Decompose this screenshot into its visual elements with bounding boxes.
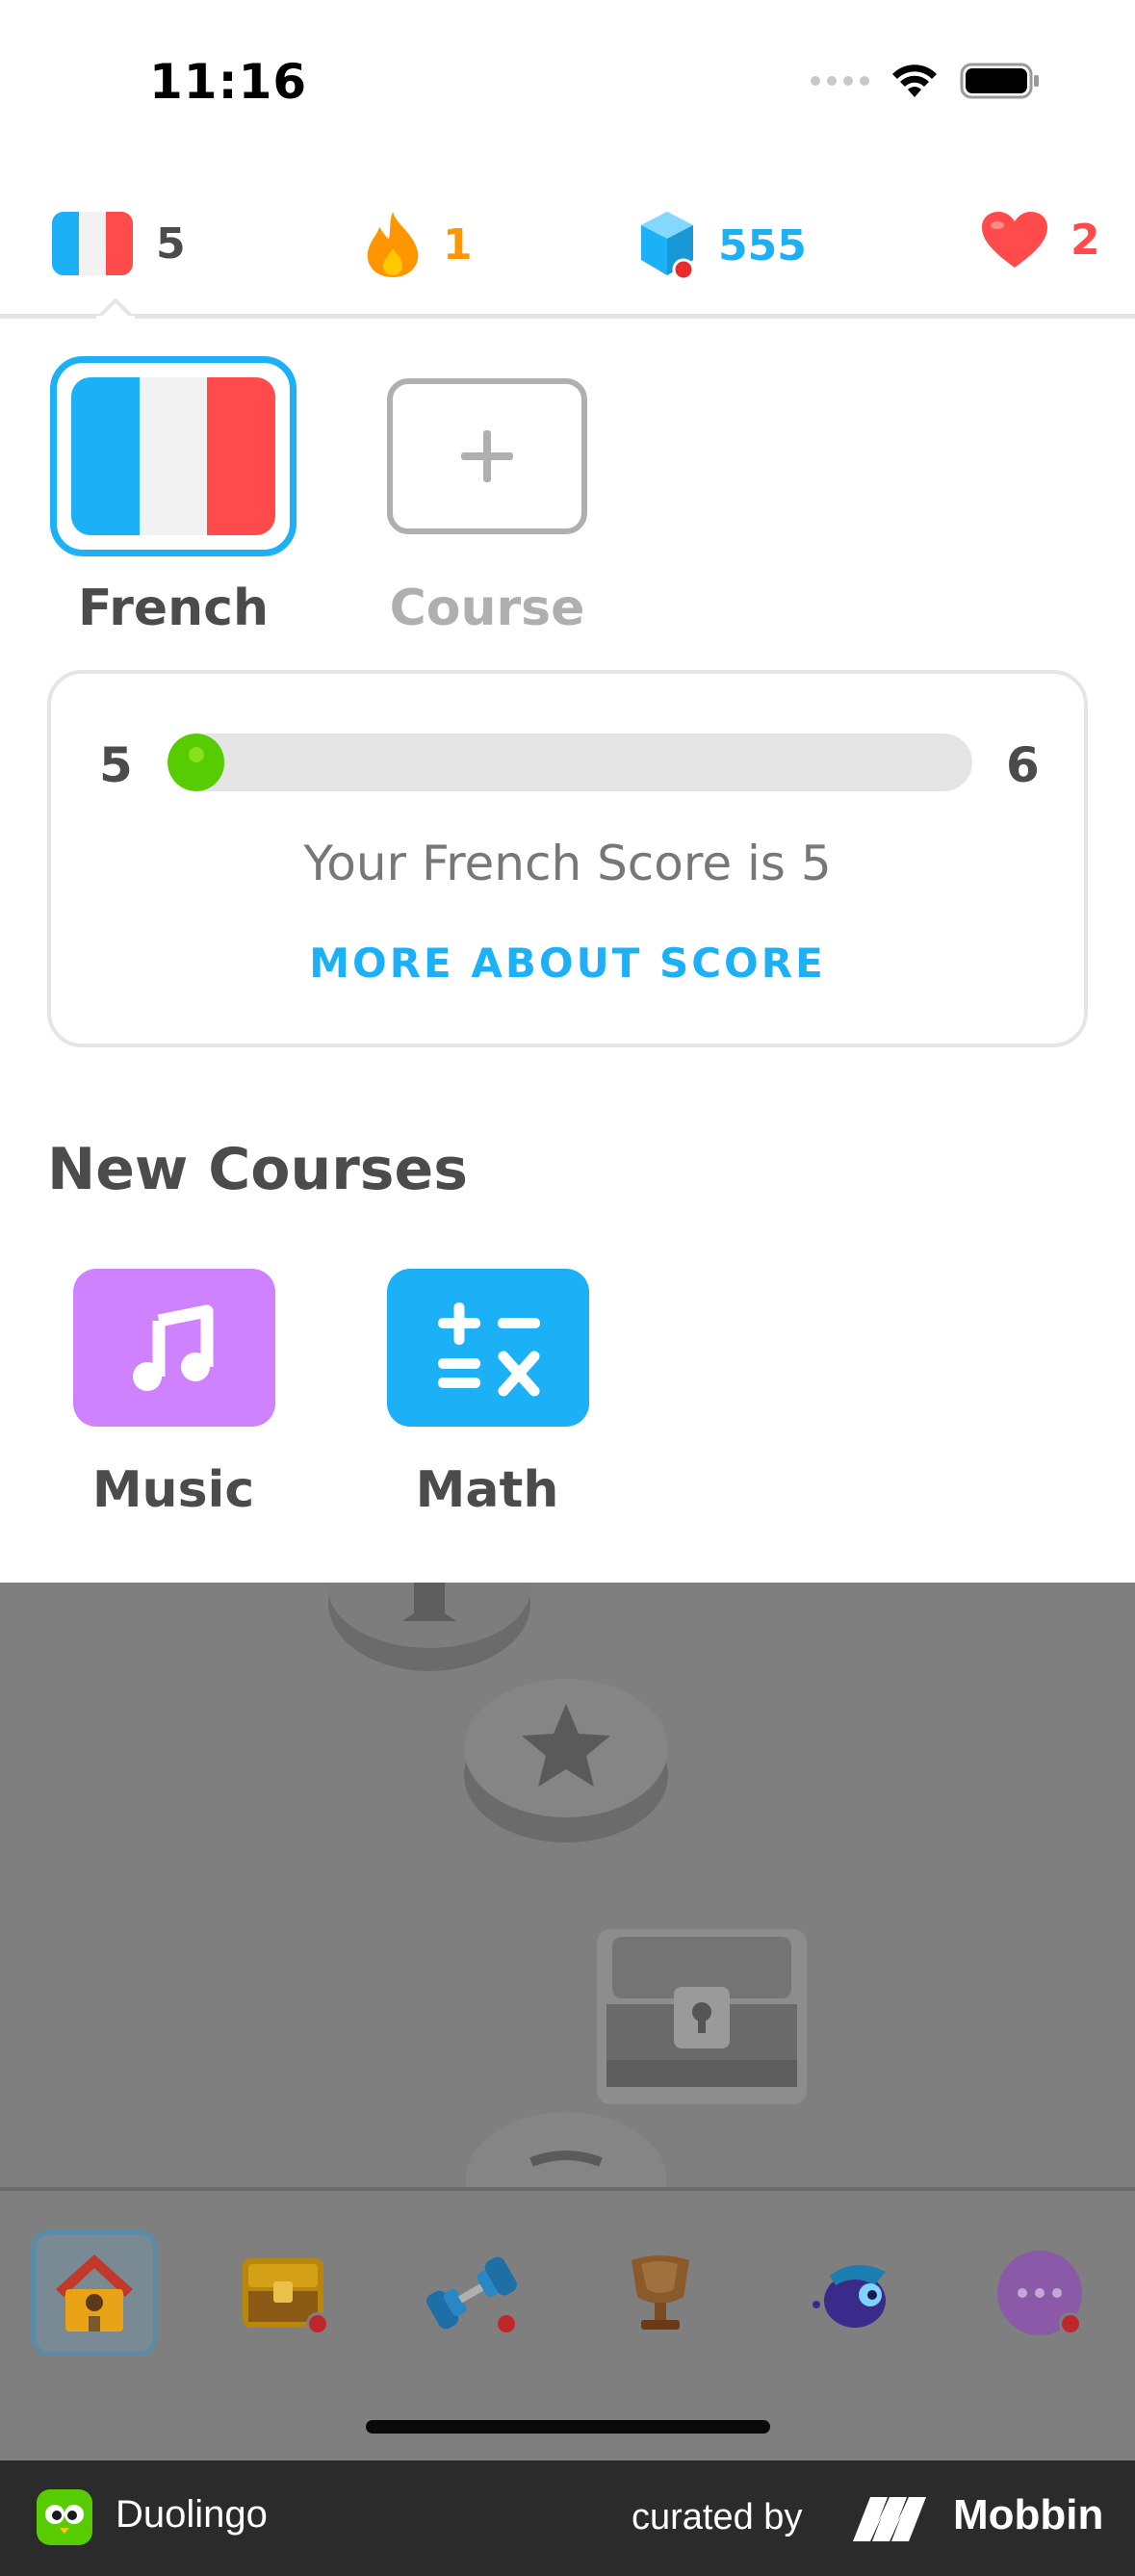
footer-bar: Duolingo curated by Mobbin (0, 2460, 1135, 2576)
home-icon (56, 2254, 133, 2331)
new-course-label: Music (91, 1461, 255, 1519)
stats-bar: 5 1 555 2 (0, 193, 1135, 318)
add-course-frame (364, 356, 610, 556)
flame-icon (367, 212, 419, 277)
music-note-icon (73, 1269, 275, 1427)
streak-count: 1 (443, 219, 473, 270)
more-about-score-link[interactable]: MORE ABOUT SCORE (51, 940, 1084, 987)
notification-badge (306, 2312, 329, 2335)
gems-counter[interactable]: 555 (637, 210, 807, 281)
character-icon (813, 2264, 886, 2328)
score-description: Your French Score is 5 (303, 836, 832, 891)
gem-icon (641, 212, 695, 281)
home-indicator (366, 2420, 770, 2434)
cellular-signal-icon (811, 76, 869, 86)
course-selector[interactable]: 5 (50, 210, 186, 277)
course-tile-label: French (78, 580, 269, 637)
tab-character[interactable] (789, 2229, 916, 2357)
notification-badge (495, 2312, 518, 2335)
course-level-count: 5 (156, 219, 186, 269)
new-course-music[interactable]: Music (50, 1269, 297, 1519)
french-flag-icon (52, 212, 133, 275)
trophy-icon (632, 2255, 689, 2330)
streak-counter[interactable]: 1 (364, 210, 473, 279)
new-courses-title: New Courses (47, 1136, 468, 1203)
path-overlay[interactable] (0, 1583, 1135, 2187)
score-progress-fill (168, 734, 224, 791)
course-tile-french[interactable]: French (50, 356, 297, 637)
status-bar: 11:16 (0, 0, 1135, 164)
score-card: 5 6 Your French Score is 5 MORE ABOUT SC… (47, 670, 1088, 1047)
tab-leaderboard[interactable] (597, 2229, 724, 2357)
hearts-count: 2 (1071, 215, 1100, 265)
footer-brand: Mobbin (953, 2491, 1104, 2538)
new-course-label: Math (415, 1461, 559, 1519)
plus-icon (387, 378, 587, 534)
status-time: 11:16 (149, 54, 308, 110)
course-tile-frame (50, 356, 297, 556)
duolingo-logo-icon (37, 2489, 92, 2545)
learning-path (328, 1583, 807, 2187)
new-course-math[interactable]: Math (364, 1269, 610, 1519)
mobbin-logo-icon (853, 2497, 926, 2541)
notification-badge (1059, 2312, 1082, 2335)
tab-more[interactable] (976, 2229, 1103, 2357)
wifi-icon (892, 64, 937, 97)
battery-icon (960, 63, 1039, 99)
tab-home[interactable] (31, 2229, 158, 2357)
french-flag-icon (71, 377, 275, 535)
dropdown-caret (96, 298, 135, 320)
heart-icon (982, 212, 1047, 268)
footer-app-name: Duolingo (116, 2493, 268, 2536)
score-progress-bar (168, 734, 972, 791)
tab-practice[interactable] (408, 2229, 535, 2357)
chest-icon (597, 1929, 807, 2104)
math-operators-icon (387, 1269, 589, 1427)
status-icons (811, 62, 1041, 100)
tab-chest[interactable] (219, 2229, 347, 2357)
add-course-label: Course (389, 580, 585, 637)
score-current: 5 (99, 737, 133, 793)
add-course-button[interactable]: Course (364, 356, 610, 637)
gems-count: 555 (718, 220, 807, 270)
footer-curated-by: curated by (632, 2497, 803, 2537)
header-divider (0, 314, 1135, 319)
hearts-counter[interactable]: 2 (980, 210, 1100, 270)
score-next: 6 (1006, 737, 1040, 793)
